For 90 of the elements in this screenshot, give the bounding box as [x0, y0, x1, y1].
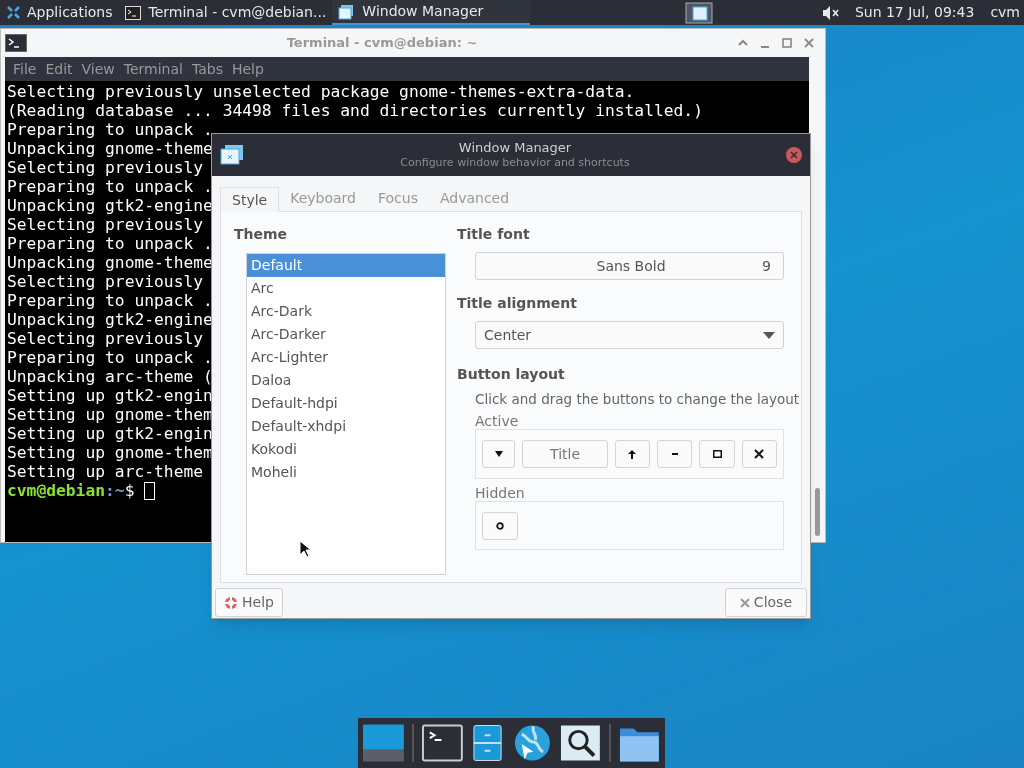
prompt-path: :~	[105, 481, 125, 500]
menu-item[interactable]: Help	[227, 58, 268, 80]
terminal-line: Preparing to unpack .	[7, 234, 213, 253]
menu-item[interactable]: File	[9, 58, 41, 80]
section-heading: Theme	[234, 225, 289, 244]
mouse-pointer-icon	[299, 540, 310, 558]
terminal-line: Unpacking gnome-theme	[7, 253, 213, 272]
theme-item[interactable]: Daloa	[247, 369, 445, 392]
muted-speaker-icon[interactable]	[822, 5, 839, 20]
terminal-line: Unpacking gtk2-engine	[7, 196, 213, 215]
arrow-up-icon	[628, 449, 637, 459]
terminal-icon[interactable]	[421, 722, 463, 764]
terminal-line: Setting up gtk2-engin	[7, 424, 213, 443]
terminal-line: (Reading database ... 34498 files and directories currently installed.)	[7, 101, 703, 120]
close-icon[interactable]	[803, 37, 815, 49]
menu-item[interactable]: Tabs	[187, 58, 227, 80]
terminal-line: Setting up gtk2-engin	[7, 386, 213, 405]
terminal-line: Unpacking arc-theme (	[7, 367, 213, 386]
triangle-icon	[494, 451, 503, 458]
terminal-line: Selecting previously unselected package gnome-themes-extra-data.	[7, 82, 635, 101]
terminal-line: Selecting previously	[7, 158, 204, 177]
applications-menu[interactable]: Applications	[0, 0, 119, 25]
theme-item[interactable]: Kokodi	[247, 438, 445, 461]
group-label: Hidden	[475, 485, 526, 502]
terminal-line: Setting up gnome-them	[7, 443, 213, 462]
terminal-icon	[5, 34, 27, 52]
alignment-dropdown[interactable]: Center	[475, 321, 784, 349]
dropdown-arrow-icon	[763, 331, 775, 339]
close-button[interactable]	[741, 440, 777, 469]
stick-button[interactable]	[482, 511, 518, 540]
maximize-icon	[712, 450, 722, 459]
help-button[interactable]: Help	[215, 588, 283, 617]
tab[interactable]: Style	[220, 187, 280, 212]
title-button[interactable]: Title	[522, 440, 608, 469]
user-name[interactable]: cvm	[990, 2, 1020, 23]
terminal-line: Unpacking gtk2-engine	[7, 310, 213, 329]
task-button[interactable]: Terminal - cvm@debian...	[118, 0, 333, 25]
terminal-line: Preparing to unpack .	[7, 120, 213, 139]
clock[interactable]: Sun 17 Jul, 09:43	[854, 2, 975, 23]
section-heading: Title alignment	[457, 294, 578, 313]
dialog-subtitle: Configure window behavior and shortcuts	[400, 156, 630, 170]
theme-item[interactable]: Arc-Dark	[247, 300, 445, 323]
terminal-icon	[124, 4, 141, 21]
theme-item[interactable]: Moheli	[247, 461, 445, 484]
circle-icon	[496, 521, 504, 530]
close-icon	[754, 449, 765, 460]
terminal-line: Preparing to unpack .	[7, 291, 213, 310]
lifebuoy-icon	[224, 595, 238, 610]
window-title: Terminal - cvm@debian: ~	[285, 34, 479, 53]
maximize-icon[interactable]	[781, 37, 793, 49]
shade-button[interactable]	[614, 440, 650, 469]
workspace-icon[interactable]	[684, 1, 713, 24]
terminal-line: Selecting previously	[7, 329, 204, 348]
section-heading: Title font	[457, 225, 531, 244]
terminal-line: Preparing to unpack .	[7, 348, 213, 367]
task-button[interactable]: Window Manager	[332, 0, 531, 25]
terminal-line: Selecting previously	[7, 215, 204, 234]
prompt-user: cvm@debian	[7, 481, 106, 500]
cursor	[144, 481, 156, 500]
section-heading: Button layout	[457, 365, 566, 384]
theme-item[interactable]: Arc-Darker	[247, 323, 445, 346]
xfce-icon	[6, 5, 21, 20]
theme-item[interactable]: Default-xhdpi	[247, 415, 445, 438]
terminal-line: Setting up arc-theme	[7, 462, 205, 481]
terminal-line: Selecting previously	[7, 272, 204, 291]
close-icon	[739, 597, 750, 608]
menu-item[interactable]: View	[77, 58, 119, 80]
window-icon	[338, 3, 355, 20]
menu-button[interactable]	[482, 440, 516, 469]
close-icon	[790, 151, 798, 159]
group-label: Active	[475, 413, 520, 430]
theme-item[interactable]: Arc	[247, 277, 445, 300]
terminal-line: Setting up gnome-them	[7, 405, 213, 424]
desktop-icon[interactable]	[363, 722, 404, 764]
minimize-icon	[671, 453, 678, 456]
file-cabinet-icon[interactable]	[470, 722, 504, 764]
menu-item[interactable]: Terminal	[119, 58, 187, 80]
prompt-sign: $	[124, 481, 136, 500]
font-button[interactable]: Sans Bold 9	[475, 252, 784, 280]
menu-item[interactable]: Edit	[41, 58, 77, 80]
scrollbar-thumb[interactable]	[814, 488, 820, 536]
window-icon	[220, 144, 244, 166]
terminal-line: Preparing to unpack .	[7, 177, 213, 196]
maximize-button[interactable]	[699, 440, 735, 469]
theme-item[interactable]: Default-hdpi	[247, 392, 445, 415]
theme-item[interactable]: Arc-Lighter	[247, 346, 445, 369]
hint-text: Click and drag the buttons to change the layout	[475, 390, 800, 409]
dialog-title: Window Manager	[458, 140, 572, 156]
close-button[interactable]: Close	[724, 588, 807, 617]
terminal-line: Unpacking gnome-theme	[7, 139, 213, 158]
